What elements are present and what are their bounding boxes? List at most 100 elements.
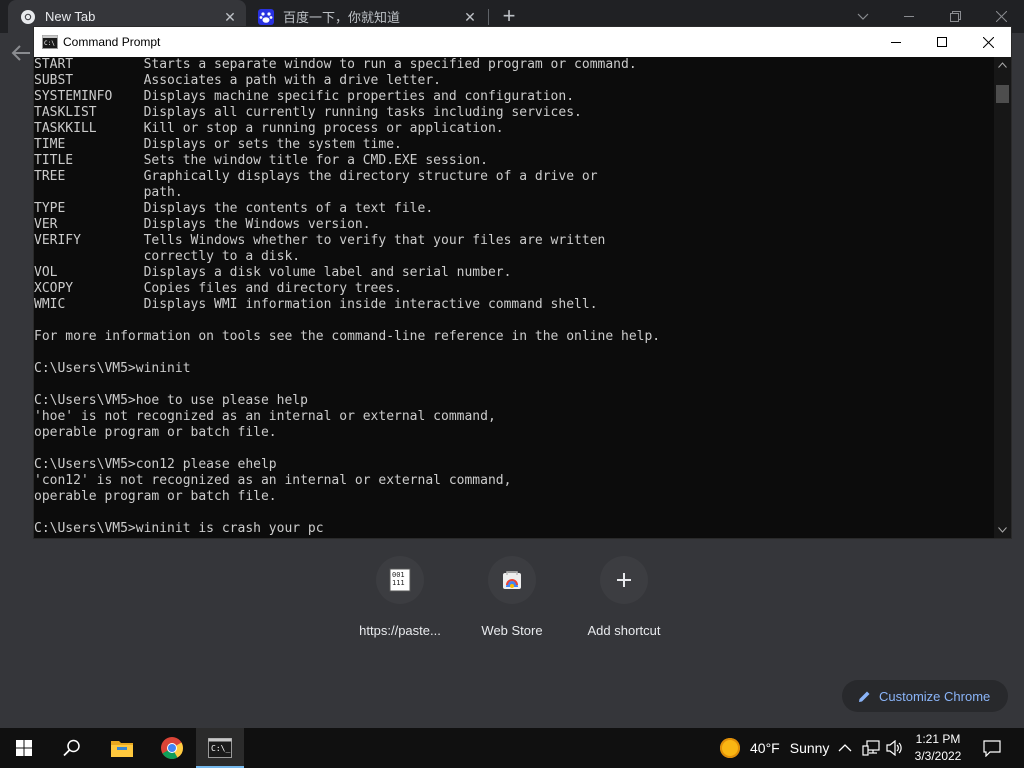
search-button[interactable] [48, 728, 96, 768]
restore-icon [949, 11, 961, 22]
console-line: C:\Users\VM5>hoe to use please help [34, 393, 308, 408]
notifications-button[interactable] [978, 728, 1006, 768]
console-line: C:\Users\VM5>wininit is crash your pc [34, 521, 324, 536]
svg-text:C:\: C:\ [44, 40, 55, 47]
console-line: path. [34, 185, 183, 200]
cmd-titlebar[interactable]: C:\ Command Prompt [34, 27, 1011, 57]
chevron-up-icon [838, 744, 852, 752]
weather-desc: Sunny [789, 740, 830, 756]
console-line: For more information on tools see the co… [34, 329, 661, 344]
console-line: SUBST Associates a path with a drive let… [34, 73, 441, 88]
web-store-icon [503, 571, 521, 589]
chrome-icon [161, 737, 183, 759]
back-arrow-icon[interactable] [10, 43, 32, 63]
shortcut-paste[interactable]: 001 111 https://paste... [344, 552, 456, 638]
maximize-icon [937, 37, 947, 47]
cmd-icon: C:\_ [208, 738, 232, 758]
close-tab-icon[interactable]: ✕ [462, 9, 478, 25]
cmd-icon: C:\ [42, 35, 58, 49]
cmd-close-button[interactable] [965, 27, 1011, 57]
console-line: TYPE Displays the contents of a text fil… [34, 201, 434, 216]
baidu-icon [258, 8, 274, 25]
minimize-icon [891, 41, 901, 43]
console-line: C:\Users\VM5>con12 please ehelp [34, 457, 277, 472]
scroll-thumb[interactable] [996, 85, 1009, 103]
weather-widget[interactable]: 40°F Sunny [720, 728, 829, 768]
binary-file-icon: 001 111 [389, 568, 411, 592]
sun-icon [720, 738, 740, 758]
cmd-minimize-button[interactable] [873, 27, 919, 57]
scroll-down-icon[interactable] [998, 527, 1007, 533]
shortcut-icon-circle [488, 556, 536, 604]
tab-title: New Tab [45, 9, 96, 24]
console-text: START Starts a separate window to run a … [34, 57, 660, 537]
close-icon [995, 11, 1007, 22]
pencil-icon [859, 691, 870, 702]
add-shortcut-button[interactable]: Add shortcut [568, 552, 680, 638]
tab-separator [488, 9, 489, 25]
volume-button[interactable] [886, 728, 904, 768]
folder-icon [111, 741, 133, 757]
scroll-up-icon[interactable] [998, 62, 1007, 68]
windows-taskbar: C:\_ 40°F Sunny 1:21 PM 3/3/2022 [0, 728, 1024, 768]
clock[interactable]: 1:21 PM 3/3/2022 [905, 731, 971, 765]
console-line: XCOPY Copies files and directory trees. [34, 281, 402, 296]
chrome-icon [21, 9, 35, 24]
shortcut-icon-circle: 001 111 [376, 556, 424, 604]
weather-temp: 40°F [750, 740, 780, 756]
command-prompt-window[interactable]: C:\ Command Prompt START Starts a separa… [34, 27, 1011, 538]
customize-chrome-button[interactable]: Customize Chrome [842, 680, 1008, 712]
shortcut-web-store[interactable]: Web Store [456, 552, 568, 638]
network-icon [862, 740, 880, 756]
clock-time: 1:21 PM [915, 732, 961, 746]
plus-icon [617, 573, 631, 587]
console-line: VERIFY Tells Windows whether to verify t… [34, 233, 606, 248]
cmd-maximize-button[interactable] [919, 27, 965, 57]
console-line: SYSTEMINFO Displays machine specific pro… [34, 89, 575, 104]
console-line: 'con12' is not recognized as an internal… [34, 473, 512, 488]
console-line: WMIC Displays WMI information inside int… [34, 297, 598, 312]
chevron-down-icon [857, 13, 869, 20]
cmd-taskbar-button[interactable]: C:\_ [196, 728, 244, 768]
svg-text:001: 001 [392, 571, 405, 579]
console-line: START Starts a separate window to run a … [34, 57, 637, 72]
new-tab-button[interactable]: + [499, 5, 519, 27]
console-line: TASKLIST Displays all currently running … [34, 105, 582, 120]
clock-date: 3/3/2022 [914, 749, 962, 763]
console-line: TASKKILL Kill or stop a running process … [34, 121, 504, 136]
console-line: operable program or batch file. [34, 489, 277, 504]
close-tab-icon[interactable]: ✕ [222, 9, 238, 25]
cmd-scrollbar[interactable] [994, 57, 1011, 538]
notification-icon [983, 739, 1001, 757]
start-button[interactable] [0, 728, 48, 768]
console-line: VOL Displays a disk volume label and ser… [34, 265, 512, 280]
console-line: correctly to a disk. [34, 249, 301, 264]
minimize-icon [904, 15, 914, 17]
customize-label: Customize Chrome [879, 688, 991, 704]
cmd-title: Command Prompt [63, 35, 161, 49]
tab-title: 百度一下，你就知道 [283, 10, 401, 25]
close-icon [982, 36, 994, 48]
file-explorer-button[interactable] [98, 728, 146, 768]
chrome-taskbar-button[interactable] [148, 728, 196, 768]
svg-text:111: 111 [392, 579, 405, 587]
show-hidden-icons-button[interactable] [838, 728, 852, 768]
console-line: 'hoe' is not recognized as an internal o… [34, 409, 496, 424]
console-line: C:\Users\VM5>wininit [34, 361, 191, 376]
cmd-console-output[interactable]: START Starts a separate window to run a … [34, 57, 994, 538]
speaker-icon [886, 740, 902, 756]
shortcut-label: https://paste... [359, 623, 441, 638]
network-button[interactable] [862, 728, 880, 768]
shortcut-label: Web Store [481, 623, 543, 638]
search-icon [63, 739, 80, 757]
console-line: TITLE Sets the window title for a CMD.EX… [34, 153, 488, 168]
console-line: VER Displays the Windows version. [34, 217, 371, 232]
console-line: TIME Displays or sets the system time. [34, 137, 402, 152]
windows-logo-icon [16, 740, 32, 756]
svg-text:C:\_: C:\_ [211, 744, 230, 753]
